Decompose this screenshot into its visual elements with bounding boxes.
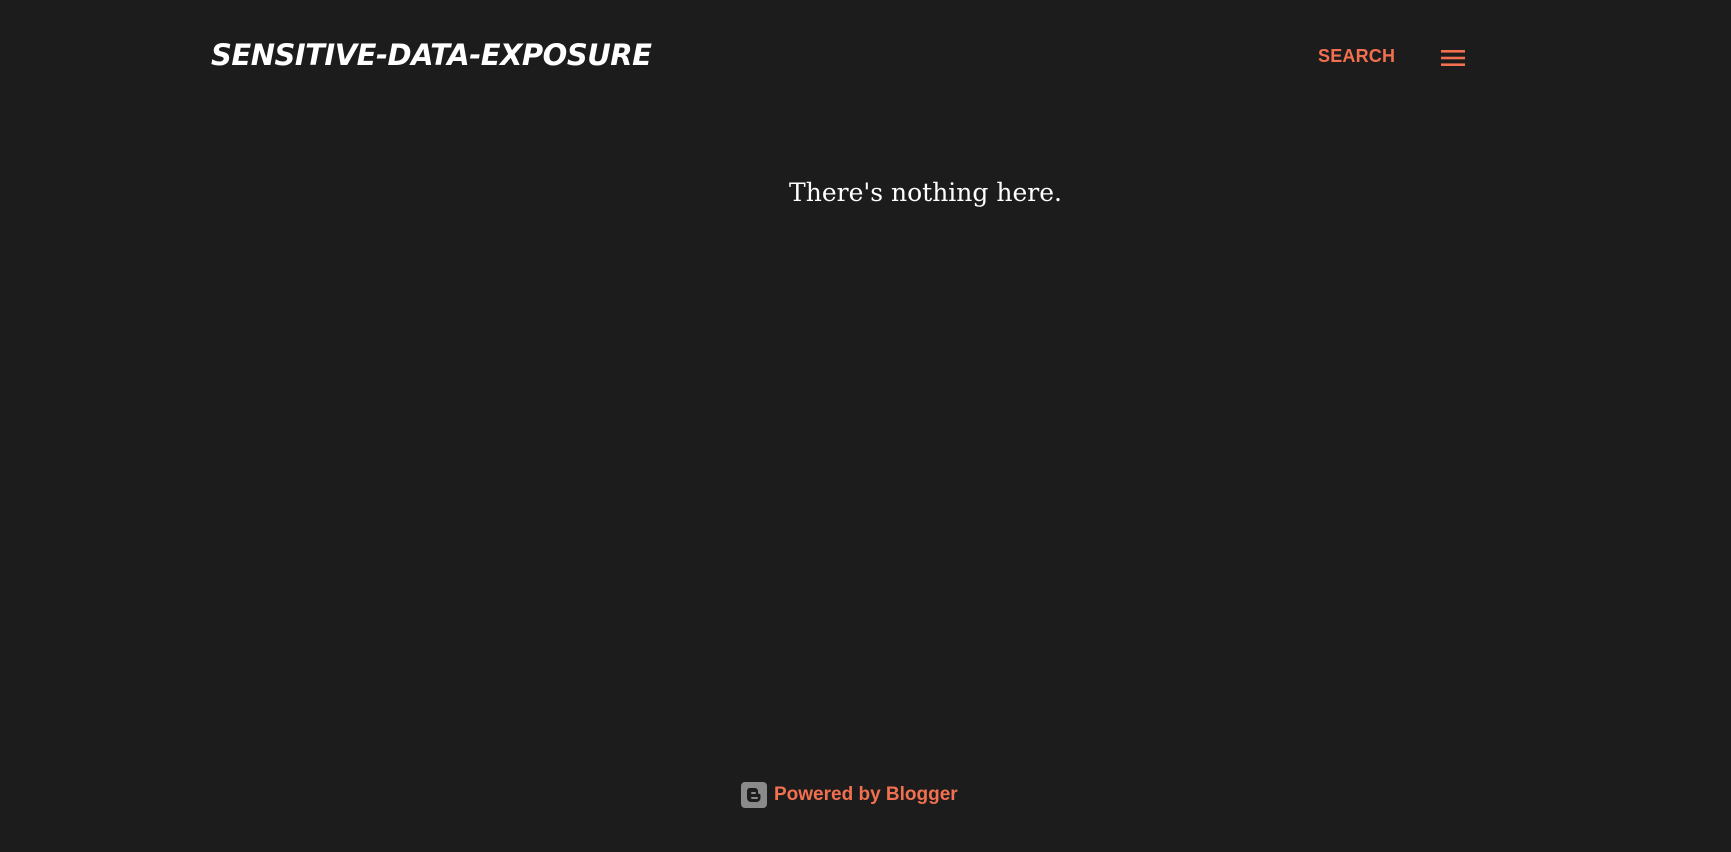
powered-by-label: Powered by Blogger (774, 784, 958, 805)
search-button[interactable]: SEARCH (1318, 46, 1395, 67)
menu-button[interactable] (1441, 48, 1465, 68)
blog-title[interactable]: SENSITIVE-DATA-EXPOSURE (211, 38, 652, 72)
hamburger-menu-icon (1441, 50, 1465, 66)
empty-message: There's nothing here. (789, 178, 1062, 207)
blog-header: SENSITIVE-DATA-EXPOSURE SEARCH (0, 0, 1731, 118)
powered-by-blogger-link[interactable]: Powered by Blogger (741, 782, 958, 808)
blogger-logo-icon (741, 782, 767, 808)
